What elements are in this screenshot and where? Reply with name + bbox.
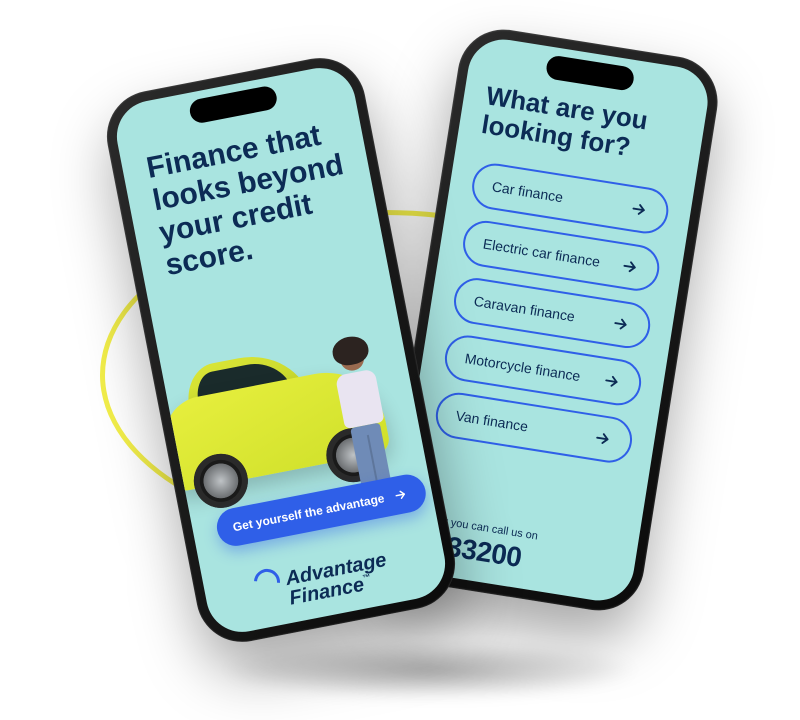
finance-options-list: Car finance Electric car finance Caravan… xyxy=(433,160,672,466)
list-title: What are you looking for? xyxy=(480,81,685,168)
arrow-right-icon xyxy=(390,484,411,505)
trademark: ™ xyxy=(362,572,372,582)
dynamic-island-icon xyxy=(188,84,279,124)
arrow-right-icon xyxy=(602,371,623,392)
person-head xyxy=(338,345,366,373)
arrow-right-icon xyxy=(629,199,650,220)
option-label: Car finance xyxy=(491,178,564,205)
phone-left: Finance that looks beyond your credit sc… xyxy=(99,50,463,650)
option-label: Caravan finance xyxy=(473,293,576,325)
person-hair xyxy=(330,334,371,368)
arrow-right-icon xyxy=(593,428,614,449)
option-label: Van finance xyxy=(455,407,530,434)
dynamic-island-icon xyxy=(545,54,636,91)
brand-logo: Advantage Finance™ xyxy=(252,546,391,611)
arrow-right-icon xyxy=(620,256,641,277)
logo-text: Advantage Finance™ xyxy=(284,550,392,609)
mockup-stage: What are you looking for? Car finance El… xyxy=(0,0,800,720)
person-arms xyxy=(341,381,375,399)
hero-title: Finance that looks beyond your credit sc… xyxy=(144,116,360,283)
option-label: Motorcycle finance xyxy=(464,350,582,384)
phone-left-screen: Finance that looks beyond your credit sc… xyxy=(111,62,452,638)
arrow-right-icon xyxy=(611,314,632,335)
option-label: Electric car finance xyxy=(482,236,601,270)
phone-shadow xyxy=(220,640,640,700)
logo-mark-icon xyxy=(252,567,282,597)
person-torso xyxy=(335,369,385,430)
